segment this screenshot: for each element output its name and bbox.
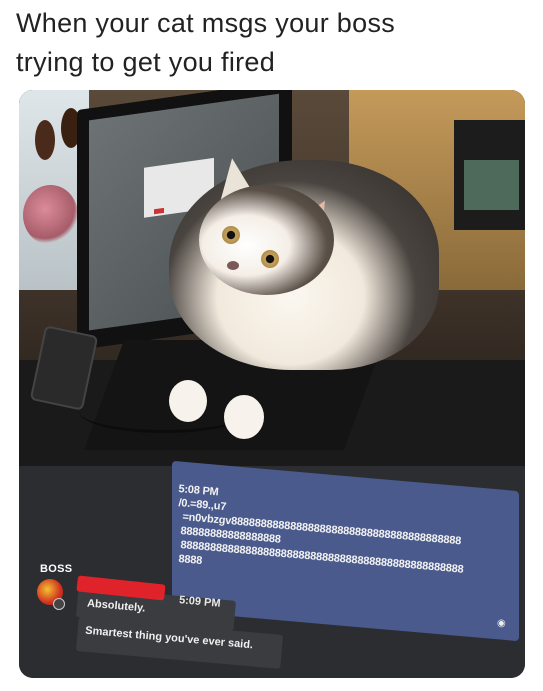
seen-eye-icon: ◉ [497,618,506,629]
caption-line-2: trying to get you fired [16,47,276,77]
cat-paw-right [224,395,264,439]
second-monitor-screen [464,160,519,210]
flowers [23,185,78,245]
caption-line-1: When your cat msgs your boss [16,8,396,38]
photo: 5:08 PM /0.=89.,u7 =n0vbzgv8888888888888… [19,90,525,678]
sent-message-line: 8888 [177,553,203,568]
cat-nose [227,261,239,270]
desk-scene [19,90,525,466]
second-monitor [454,120,525,230]
cat-paw-left [169,380,207,422]
meme-caption: When your cat msgs your boss trying to g… [16,4,531,82]
hanging-lamp [35,90,81,160]
boss-label: BOSS [40,563,73,575]
cat-eye-right [261,250,279,268]
chat-screenshot: 5:08 PM /0.=89.,u7 =n0vbzgv8888888888888… [19,460,525,678]
cat-eye-left [222,226,240,244]
cat-head [199,185,334,295]
avatar-badge-icon [53,598,65,610]
lamp-bulb [35,120,55,160]
